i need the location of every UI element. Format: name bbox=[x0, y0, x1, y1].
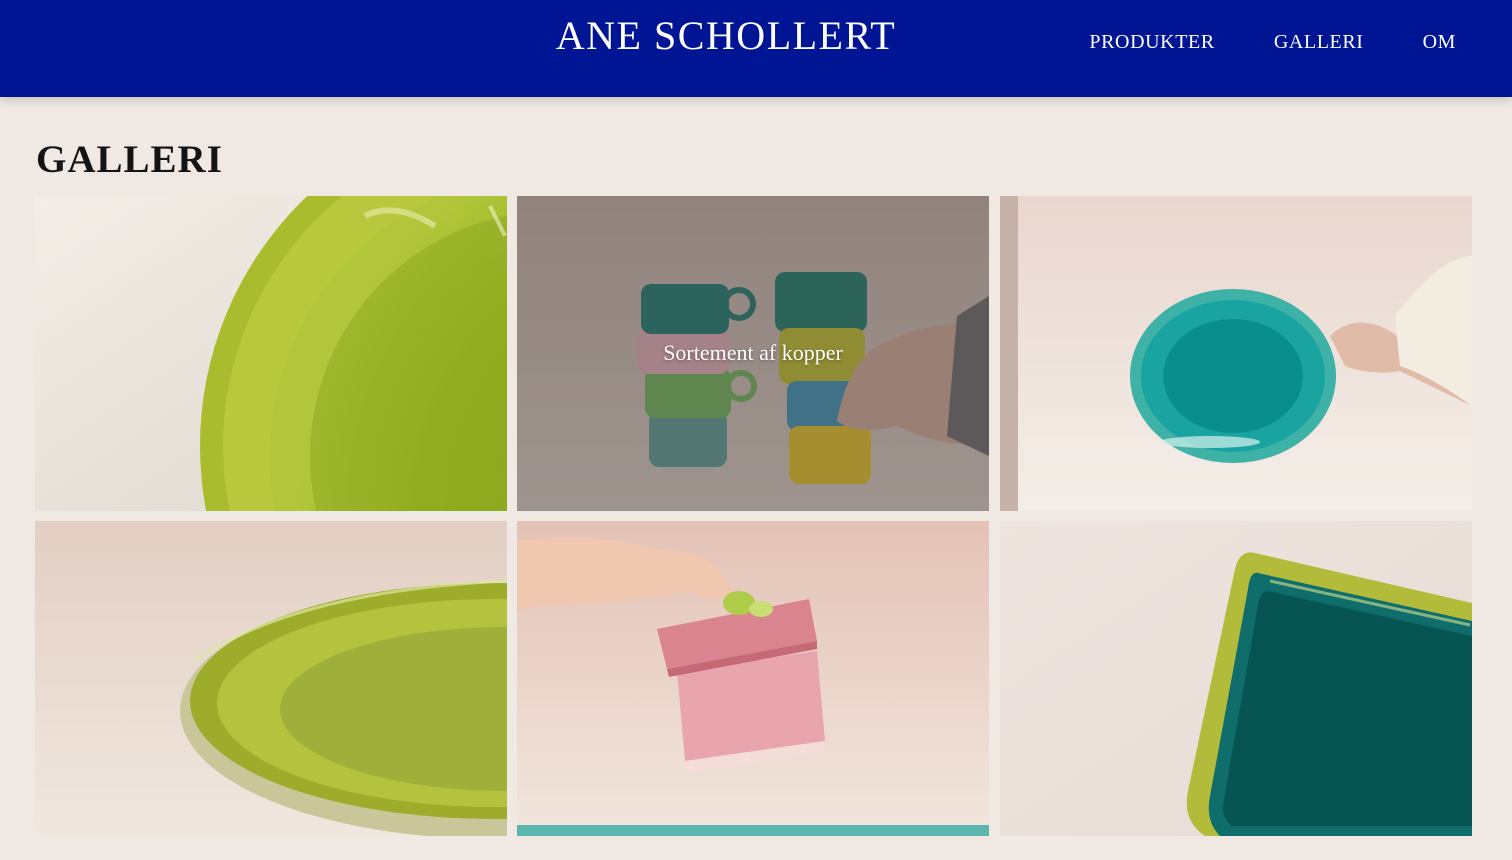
teal-oval-plate-image bbox=[1000, 196, 1472, 511]
nav-link-produkter[interactable]: PRODUKTER bbox=[1089, 28, 1214, 56]
gallery-caption: Sortement af kopper bbox=[663, 339, 843, 365]
gallery-grid: Sortement af kopper bbox=[35, 196, 1472, 836]
main-nav: PRODUKTER GALLERI OM bbox=[1089, 28, 1456, 56]
green-plate-side-image bbox=[35, 521, 507, 836]
cups-caption-overlay: Sortement af kopper bbox=[517, 196, 989, 511]
gallery-item-stacked-cups[interactable]: Sortement af kopper bbox=[517, 196, 989, 511]
gallery-item-teal-oval-plate[interactable] bbox=[1000, 196, 1472, 511]
teal-rectangular-dish-image bbox=[1000, 521, 1472, 836]
gallery-item-teal-rectangular-dish[interactable] bbox=[1000, 521, 1472, 836]
page-title: GALLERI bbox=[36, 138, 223, 181]
gallery-item-green-plate-closeup[interactable] bbox=[35, 196, 507, 511]
site-header: ANE SCHOLLERT PRODUKTER GALLERI OM bbox=[0, 0, 1512, 97]
gallery-item-pink-lidded-box[interactable] bbox=[517, 521, 989, 836]
nav-link-galleri[interactable]: GALLERI bbox=[1274, 28, 1364, 56]
gallery-item-green-plate-side[interactable] bbox=[35, 521, 507, 836]
nav-link-om[interactable]: OM bbox=[1423, 28, 1456, 56]
green-plate-closeup-image bbox=[35, 196, 507, 511]
pink-lidded-box-image bbox=[517, 521, 989, 836]
